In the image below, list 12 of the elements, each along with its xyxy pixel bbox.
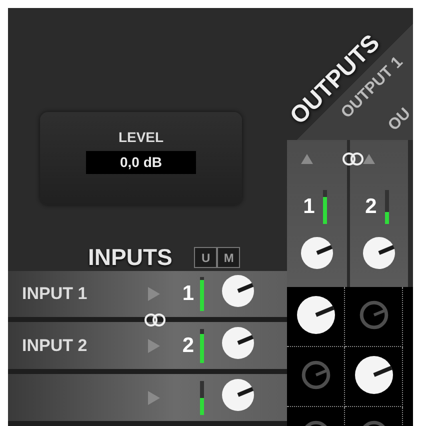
channel-number: 1 (303, 195, 315, 219)
channel-number: 2 (365, 195, 377, 219)
channel-number: 1 (182, 282, 194, 305)
output-label: OU (385, 105, 413, 135)
toggle-button[interactable]: U (194, 247, 218, 268)
channel-number: 2 (182, 334, 194, 357)
level-display: 0,0 dB (86, 150, 196, 174)
level-label: LEVEL (118, 128, 164, 145)
toggle-button[interactable]: M (217, 247, 240, 268)
inputs-heading: INPUTS (88, 244, 172, 272)
input-name: INPUT 2 (21, 336, 88, 356)
input-name: INPUT 1 (21, 284, 88, 304)
